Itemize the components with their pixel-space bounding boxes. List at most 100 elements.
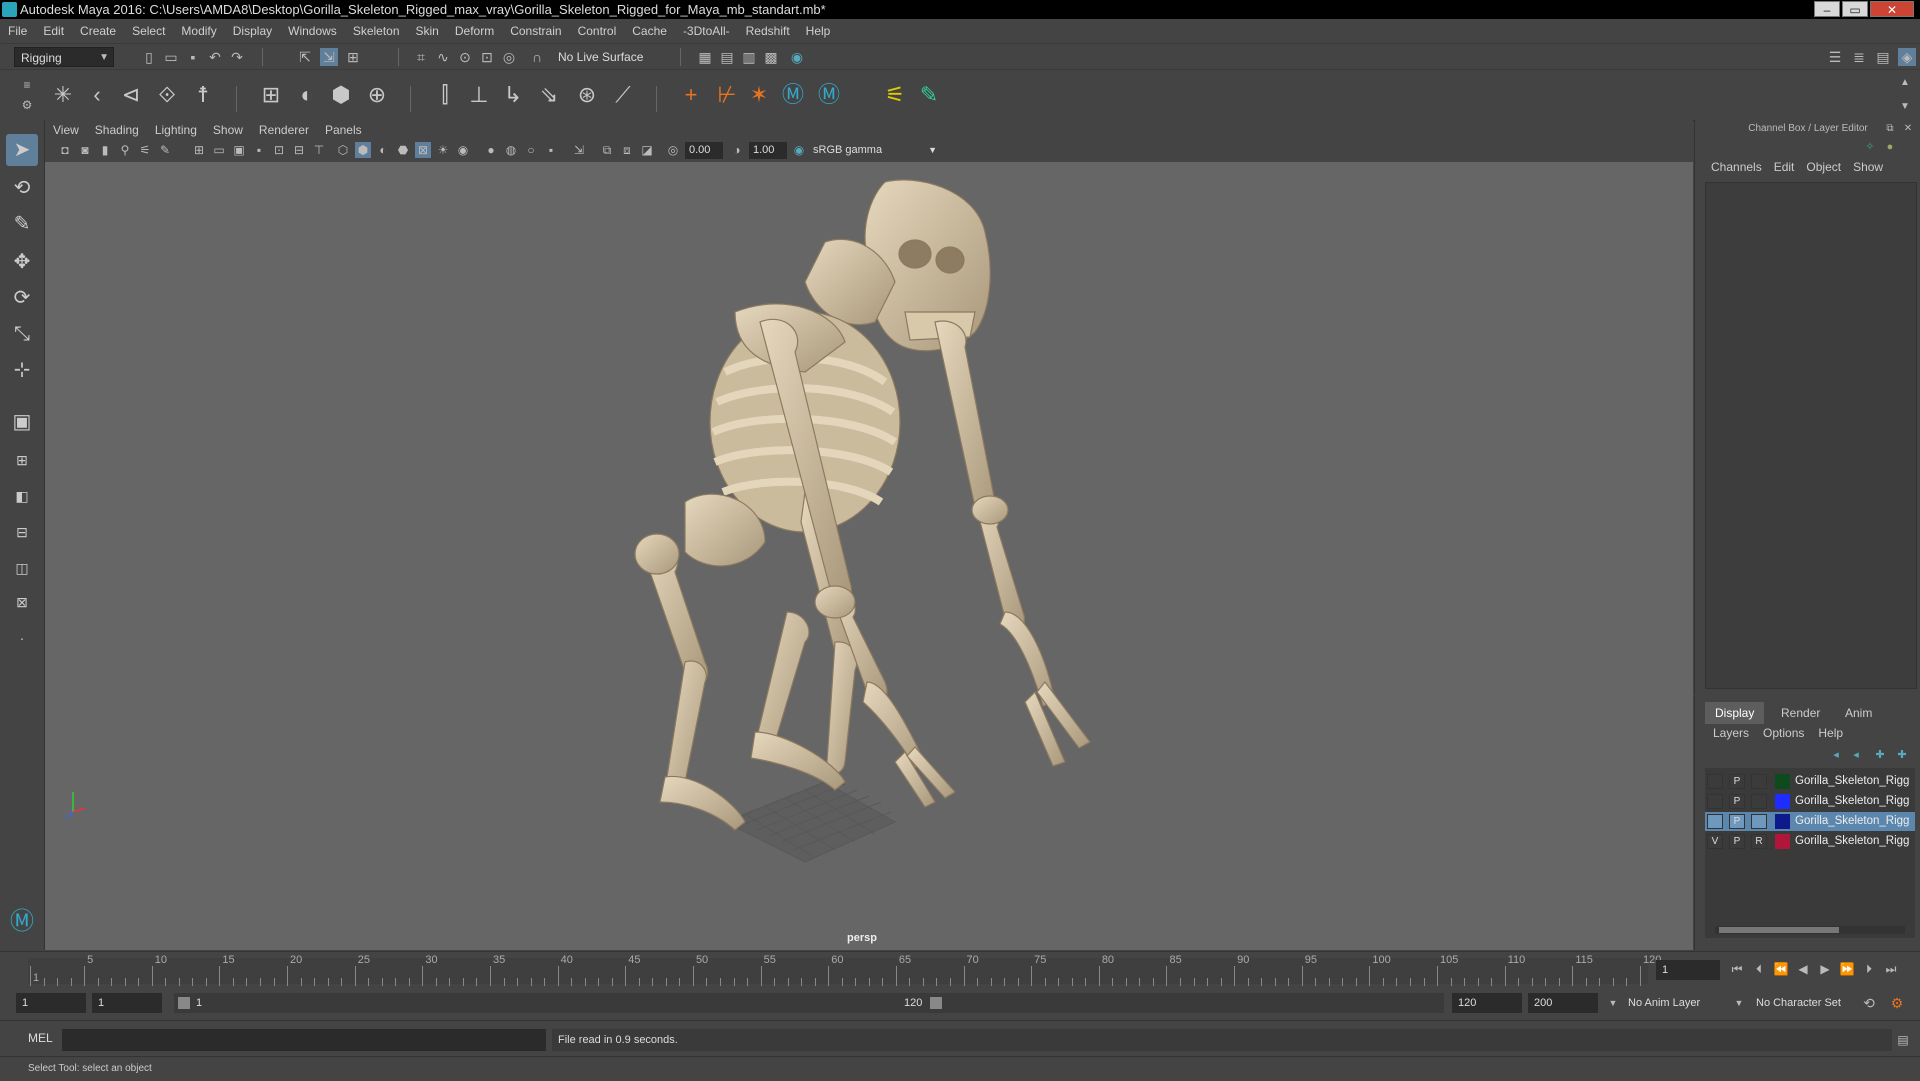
joint-orient-icon[interactable]: ⊬ [712, 80, 742, 110]
object-menu[interactable]: Object [1806, 160, 1841, 174]
image-plane-icon[interactable]: ⚲ [117, 142, 133, 158]
shelf-scroll-down-icon[interactable]: ▼ [1896, 98, 1914, 116]
viewport-menu-show[interactable]: Show [213, 123, 243, 137]
exposure-icon[interactable]: ◎ [665, 142, 681, 158]
hypershade-icon[interactable]: ◉ [788, 48, 806, 66]
textured-icon[interactable]: ⊠ [415, 142, 431, 158]
paint-weights-icon[interactable]: ◐ [292, 80, 322, 110]
open-scene-icon[interactable]: ▭ [162, 48, 180, 66]
select-tool-icon[interactable]: ➤ [6, 134, 38, 166]
graph-layout-icon[interactable]: ⊠ [6, 586, 38, 618]
layer-reference-toggle[interactable] [1751, 814, 1767, 829]
layer-name[interactable]: Gorilla_Skeleton_Rigg [1795, 772, 1915, 791]
maximize-button[interactable]: ▭ [1842, 1, 1868, 17]
step-forward-key-icon[interactable]: ⏩ [1838, 960, 1856, 978]
menu-cache[interactable]: Cache [632, 24, 667, 38]
xray-joints-icon[interactable]: ⧈ [619, 142, 635, 158]
character-set-dropdown[interactable]: No Character Set [1750, 993, 1866, 1013]
tab-display[interactable]: Display [1705, 702, 1765, 724]
menu-skeleton[interactable]: Skeleton [353, 24, 400, 38]
layer-playback-toggle[interactable]: P [1729, 774, 1745, 789]
four-view-layout-icon[interactable]: ⊞ [6, 444, 38, 476]
parent-constraint-icon[interactable]: ⫿ [430, 80, 460, 110]
menu-redshift[interactable]: Redshift [746, 24, 790, 38]
select-hierarchy-icon[interactable]: ⇱ [296, 48, 314, 66]
quick-rig-icon[interactable]: ☨ [188, 80, 218, 110]
layer-reference-toggle[interactable]: R [1751, 834, 1767, 849]
layer-name[interactable]: Gorilla_Skeleton_Rigg [1795, 812, 1915, 831]
gate-mask-icon[interactable]: ▪ [251, 142, 267, 158]
go-to-end-icon[interactable]: ⏭ [1882, 960, 1900, 978]
joint-tool-icon[interactable]: ✳ [48, 80, 78, 110]
edit-menu[interactable]: Edit [1774, 160, 1795, 174]
insert-joint-icon[interactable]: ⟐ [152, 80, 182, 110]
layer-reference-toggle[interactable] [1751, 774, 1767, 789]
persp-graph-layout-icon[interactable]: ⊟ [6, 516, 38, 548]
grease-pencil-icon[interactable]: ✎ [157, 142, 173, 158]
step-forward-frame-icon[interactable]: ⏵ [1860, 960, 1878, 978]
save-scene-icon[interactable]: ▪ [184, 48, 202, 66]
layer-visibility-toggle[interactable] [1707, 774, 1723, 789]
go-to-start-icon[interactable]: ⏮ [1728, 960, 1746, 978]
move-layer-down-icon[interactable]: ◂ [1847, 746, 1865, 764]
last-tool-icon[interactable]: ⊹ [6, 354, 38, 386]
step-back-frame-icon[interactable]: ⏴ [1750, 960, 1768, 978]
tab-anim[interactable]: Anim [1835, 702, 1882, 724]
shelf-scroll-up-icon[interactable]: ▲ [1896, 74, 1914, 92]
gamma-field[interactable]: 1.00 [749, 142, 787, 159]
layer-reference-toggle[interactable] [1751, 794, 1767, 809]
view-transform-dropdown[interactable]: sRGB gamma ▼ [809, 142, 939, 159]
aim-constraint-icon[interactable]: ⊛ [572, 80, 602, 110]
range-end-handle[interactable] [930, 997, 942, 1009]
animation-start-field[interactable]: 1 [16, 993, 86, 1013]
lasso-tool-icon[interactable]: ⟲ [6, 172, 38, 204]
viewport-menu-view[interactable]: View [53, 123, 79, 137]
gamma-icon[interactable]: ◑ [729, 142, 745, 158]
film-gate-icon[interactable]: ▭ [211, 142, 227, 158]
chevron-down-icon[interactable]: ▼ [1730, 994, 1748, 1012]
tool-settings-icon[interactable]: ▤ [1874, 48, 1892, 66]
layer-color-swatch[interactable] [1775, 774, 1790, 789]
pole-vector-icon[interactable]: ⟋ [608, 80, 638, 110]
ipr-render-icon[interactable]: ▥ [740, 48, 758, 66]
menu-edit[interactable]: Edit [43, 24, 64, 38]
layer-row[interactable]: P Gorilla_Skeleton_Rigg [1705, 792, 1915, 811]
menu-constrain[interactable]: Constrain [510, 24, 561, 38]
point-constraint-icon[interactable]: ⊥ [464, 80, 494, 110]
viewport-menu-renderer[interactable]: Renderer [259, 123, 309, 137]
camera-attributes-icon[interactable]: ◙ [77, 142, 93, 158]
new-scene-icon[interactable]: ▯ [140, 48, 158, 66]
snap-grid-icon[interactable]: ⌗ [412, 48, 430, 66]
default-material-icon[interactable]: ◐ [375, 142, 391, 158]
layer-color-swatch[interactable] [1775, 834, 1790, 849]
help-menu[interactable]: Help [1818, 726, 1843, 740]
range-start-handle[interactable] [178, 997, 190, 1009]
menu-file[interactable]: File [8, 24, 27, 38]
channels-menu[interactable]: Channels [1711, 160, 1762, 174]
animation-preferences-icon[interactable]: ⚙ [1888, 994, 1906, 1012]
smooth-shade-icon[interactable]: ⬢ [355, 142, 371, 158]
ik-handle-icon[interactable]: ‹ [82, 80, 112, 110]
layer-color-swatch[interactable] [1775, 814, 1790, 829]
layer-visibility-toggle[interactable]: V [1707, 834, 1723, 849]
perspective-viewport[interactable]: View Shading Lighting Show Renderer Pane… [45, 120, 1693, 950]
collapse-icon[interactable]: · [6, 622, 38, 654]
layer-row[interactable]: P Gorilla_Skeleton_Rigg [1705, 772, 1915, 791]
menu-display[interactable]: Display [233, 24, 272, 38]
snap-view-icon[interactable]: ⊡ [478, 48, 496, 66]
shadows-icon[interactable]: ◉ [455, 142, 471, 158]
layer-name[interactable]: Gorilla_Skeleton_Rigg [1795, 832, 1915, 851]
layers-menu[interactable]: Layers [1713, 726, 1749, 740]
command-input[interactable] [62, 1029, 546, 1051]
menu-skin[interactable]: Skin [416, 24, 439, 38]
isolate-select-icon[interactable]: ⇲ [571, 142, 587, 158]
minimize-button[interactable]: – [1814, 1, 1840, 17]
float-panel-icon[interactable]: ⧉ [1881, 120, 1899, 138]
close-button[interactable]: ✕ [1870, 1, 1914, 17]
play-forwards-icon[interactable]: ▶ [1816, 960, 1834, 978]
persp-outliner-layout-icon[interactable]: ◧ [6, 480, 38, 512]
layer-playback-toggle[interactable]: P [1729, 814, 1745, 829]
current-frame-field[interactable]: 1 [1656, 960, 1720, 980]
shelf-menu-icon[interactable]: ≡ [18, 76, 36, 94]
menu-help[interactable]: Help [806, 24, 831, 38]
